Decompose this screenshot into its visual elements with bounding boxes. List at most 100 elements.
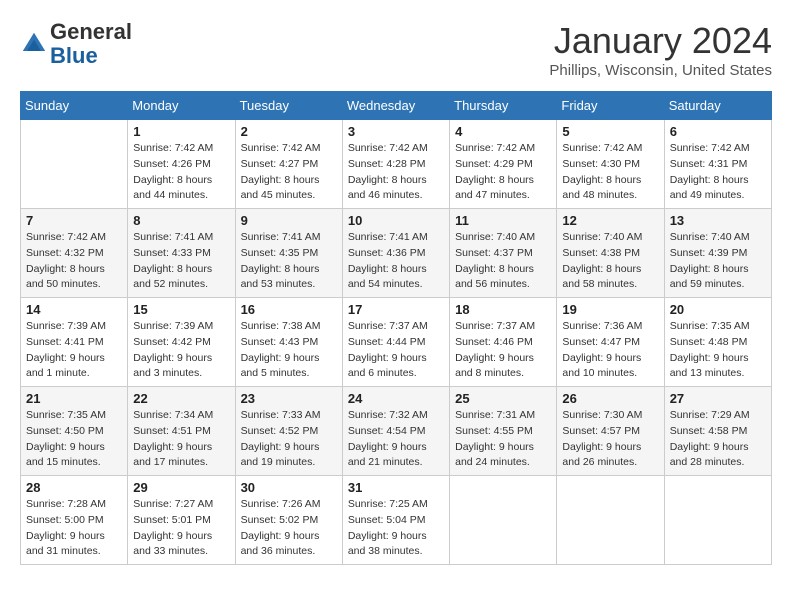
day-number: 3 bbox=[348, 124, 444, 139]
weekday-header: Tuesday bbox=[235, 92, 342, 120]
calendar-day-cell: 20 Sunrise: 7:35 AMSunset: 4:48 PMDayligh… bbox=[664, 298, 771, 387]
day-number: 16 bbox=[241, 302, 337, 317]
calendar-day-cell: 9 Sunrise: 7:41 AMSunset: 4:35 PMDaylight… bbox=[235, 209, 342, 298]
calendar-day-cell: 29Sunrise: 7:27 AMSunset: 5:01 PMDayligh… bbox=[128, 476, 235, 565]
day-info: Sunrise: 7:42 AMSunset: 4:28 PMDaylight:… bbox=[348, 141, 444, 204]
day-info: Sunrise: 7:42 AMSunset: 4:26 PMDaylight:… bbox=[133, 141, 229, 204]
calendar-day-cell bbox=[21, 120, 128, 209]
day-info: Sunrise: 7:29 AMSunset: 4:58 PMDaylight:… bbox=[670, 408, 766, 471]
day-info: Sunrise: 7:41 AMSunset: 4:33 PMDaylight:… bbox=[133, 230, 229, 293]
calendar-day-cell: 17 Sunrise: 7:37 AMSunset: 4:44 PMDayligh… bbox=[342, 298, 449, 387]
calendar-day-cell: 18Sunrise: 7:37 AMSunset: 4:46 PMDayligh… bbox=[450, 298, 557, 387]
day-number: 31 bbox=[348, 480, 444, 495]
day-number: 24 bbox=[348, 391, 444, 406]
location-subtitle: Phillips, Wisconsin, United States bbox=[549, 62, 772, 79]
calendar-week-row: 14Sunrise: 7:39 AMSunset: 4:41 PMDayligh… bbox=[21, 298, 772, 387]
day-info: Sunrise: 7:26 AMSunset: 5:02 PMDaylight:… bbox=[241, 497, 337, 560]
calendar-table: SundayMondayTuesdayWednesdayThursdayFrid… bbox=[20, 91, 772, 565]
day-info: Sunrise: 7:40 AMSunset: 4:37 PMDaylight:… bbox=[455, 230, 551, 293]
calendar-day-cell: 24 Sunrise: 7:32 AMSunset: 4:54 PMDayligh… bbox=[342, 387, 449, 476]
calendar-day-cell: 26Sunrise: 7:30 AMSunset: 4:57 PMDayligh… bbox=[557, 387, 664, 476]
calendar-day-cell: 10 Sunrise: 7:41 AMSunset: 4:36 PMDayligh… bbox=[342, 209, 449, 298]
day-info: Sunrise: 7:42 AMSunset: 4:30 PMDaylight:… bbox=[562, 141, 658, 204]
weekday-header: Sunday bbox=[21, 92, 128, 120]
calendar-day-cell: 16 Sunrise: 7:38 AMSunset: 4:43 PMDayligh… bbox=[235, 298, 342, 387]
day-info: Sunrise: 7:41 AMSunset: 4:35 PMDaylight:… bbox=[241, 230, 337, 293]
day-number: 4 bbox=[455, 124, 551, 139]
day-info: Sunrise: 7:35 AMSunset: 4:48 PMDaylight:… bbox=[670, 319, 766, 382]
day-info: Sunrise: 7:32 AMSunset: 4:54 PMDaylight:… bbox=[348, 408, 444, 471]
day-number: 12 bbox=[562, 213, 658, 228]
day-number: 25 bbox=[455, 391, 551, 406]
day-info: Sunrise: 7:36 AMSunset: 4:47 PMDaylight:… bbox=[562, 319, 658, 382]
calendar-day-cell: 19Sunrise: 7:36 AMSunset: 4:47 PMDayligh… bbox=[557, 298, 664, 387]
month-title: January 2024 bbox=[549, 20, 772, 62]
logo-general-text: General bbox=[50, 19, 132, 44]
day-info: Sunrise: 7:41 AMSunset: 4:36 PMDaylight:… bbox=[348, 230, 444, 293]
page-header: General Blue January 2024 Phillips, Wisc… bbox=[20, 20, 772, 79]
day-number: 30 bbox=[241, 480, 337, 495]
calendar-day-cell: 6 Sunrise: 7:42 AMSunset: 4:31 PMDaylight… bbox=[664, 120, 771, 209]
calendar-day-cell: 28Sunrise: 7:28 AMSunset: 5:00 PMDayligh… bbox=[21, 476, 128, 565]
day-number: 29 bbox=[133, 480, 229, 495]
day-info: Sunrise: 7:38 AMSunset: 4:43 PMDaylight:… bbox=[241, 319, 337, 382]
day-number: 5 bbox=[562, 124, 658, 139]
day-info: Sunrise: 7:37 AMSunset: 4:44 PMDaylight:… bbox=[348, 319, 444, 382]
day-info: Sunrise: 7:33 AMSunset: 4:52 PMDaylight:… bbox=[241, 408, 337, 471]
day-info: Sunrise: 7:35 AMSunset: 4:50 PMDaylight:… bbox=[26, 408, 122, 471]
day-number: 9 bbox=[241, 213, 337, 228]
calendar-day-cell: 25 Sunrise: 7:31 AMSunset: 4:55 PMDayligh… bbox=[450, 387, 557, 476]
calendar-day-cell bbox=[664, 476, 771, 565]
day-number: 27 bbox=[670, 391, 766, 406]
calendar-day-cell: 31Sunrise: 7:25 AMSunset: 5:04 PMDayligh… bbox=[342, 476, 449, 565]
day-info: Sunrise: 7:42 AMSunset: 4:31 PMDaylight:… bbox=[670, 141, 766, 204]
day-number: 17 bbox=[348, 302, 444, 317]
weekday-header: Friday bbox=[557, 92, 664, 120]
day-info: Sunrise: 7:34 AMSunset: 4:51 PMDaylight:… bbox=[133, 408, 229, 471]
calendar-day-cell: 30 Sunrise: 7:26 AMSunset: 5:02 PMDayligh… bbox=[235, 476, 342, 565]
calendar-day-cell bbox=[450, 476, 557, 565]
calendar-week-row: 1 Sunrise: 7:42 AMSunset: 4:26 PMDaylight… bbox=[21, 120, 772, 209]
day-number: 10 bbox=[348, 213, 444, 228]
calendar-week-row: 28Sunrise: 7:28 AMSunset: 5:00 PMDayligh… bbox=[21, 476, 772, 565]
calendar-day-cell: 13 Sunrise: 7:40 AMSunset: 4:39 PMDayligh… bbox=[664, 209, 771, 298]
calendar-day-cell: 11 Sunrise: 7:40 AMSunset: 4:37 PMDayligh… bbox=[450, 209, 557, 298]
day-number: 7 bbox=[26, 213, 122, 228]
weekday-header: Wednesday bbox=[342, 92, 449, 120]
calendar-day-cell: 5 Sunrise: 7:42 AMSunset: 4:30 PMDaylight… bbox=[557, 120, 664, 209]
calendar-day-cell: 23 Sunrise: 7:33 AMSunset: 4:52 PMDayligh… bbox=[235, 387, 342, 476]
logo-blue-text: Blue bbox=[50, 43, 98, 68]
day-number: 14 bbox=[26, 302, 122, 317]
day-number: 23 bbox=[241, 391, 337, 406]
day-number: 22 bbox=[133, 391, 229, 406]
logo-icon bbox=[20, 30, 48, 58]
day-number: 21 bbox=[26, 391, 122, 406]
day-info: Sunrise: 7:37 AMSunset: 4:46 PMDaylight:… bbox=[455, 319, 551, 382]
day-info: Sunrise: 7:42 AMSunset: 4:29 PMDaylight:… bbox=[455, 141, 551, 204]
calendar-week-row: 21 Sunrise: 7:35 AMSunset: 4:50 PMDayligh… bbox=[21, 387, 772, 476]
title-block: January 2024 Phillips, Wisconsin, United… bbox=[549, 20, 772, 79]
weekday-header: Thursday bbox=[450, 92, 557, 120]
weekday-header: Saturday bbox=[664, 92, 771, 120]
day-number: 8 bbox=[133, 213, 229, 228]
calendar-week-row: 7 Sunrise: 7:42 AMSunset: 4:32 PMDaylight… bbox=[21, 209, 772, 298]
day-info: Sunrise: 7:42 AMSunset: 4:32 PMDaylight:… bbox=[26, 230, 122, 293]
day-number: 11 bbox=[455, 213, 551, 228]
calendar-day-cell: 27 Sunrise: 7:29 AMSunset: 4:58 PMDayligh… bbox=[664, 387, 771, 476]
day-info: Sunrise: 7:40 AMSunset: 4:38 PMDaylight:… bbox=[562, 230, 658, 293]
calendar-day-cell: 1 Sunrise: 7:42 AMSunset: 4:26 PMDaylight… bbox=[128, 120, 235, 209]
calendar-day-cell: 4 Sunrise: 7:42 AMSunset: 4:29 PMDaylight… bbox=[450, 120, 557, 209]
day-number: 1 bbox=[133, 124, 229, 139]
day-info: Sunrise: 7:40 AMSunset: 4:39 PMDaylight:… bbox=[670, 230, 766, 293]
calendar-day-cell bbox=[557, 476, 664, 565]
logo: General Blue bbox=[20, 20, 132, 68]
day-number: 13 bbox=[670, 213, 766, 228]
day-number: 6 bbox=[670, 124, 766, 139]
day-info: Sunrise: 7:31 AMSunset: 4:55 PMDaylight:… bbox=[455, 408, 551, 471]
calendar-day-cell: 22 Sunrise: 7:34 AMSunset: 4:51 PMDayligh… bbox=[128, 387, 235, 476]
calendar-header-row: SundayMondayTuesdayWednesdayThursdayFrid… bbox=[21, 92, 772, 120]
day-info: Sunrise: 7:39 AMSunset: 4:42 PMDaylight:… bbox=[133, 319, 229, 382]
day-number: 15 bbox=[133, 302, 229, 317]
day-number: 20 bbox=[670, 302, 766, 317]
calendar-day-cell: 15 Sunrise: 7:39 AMSunset: 4:42 PMDayligh… bbox=[128, 298, 235, 387]
